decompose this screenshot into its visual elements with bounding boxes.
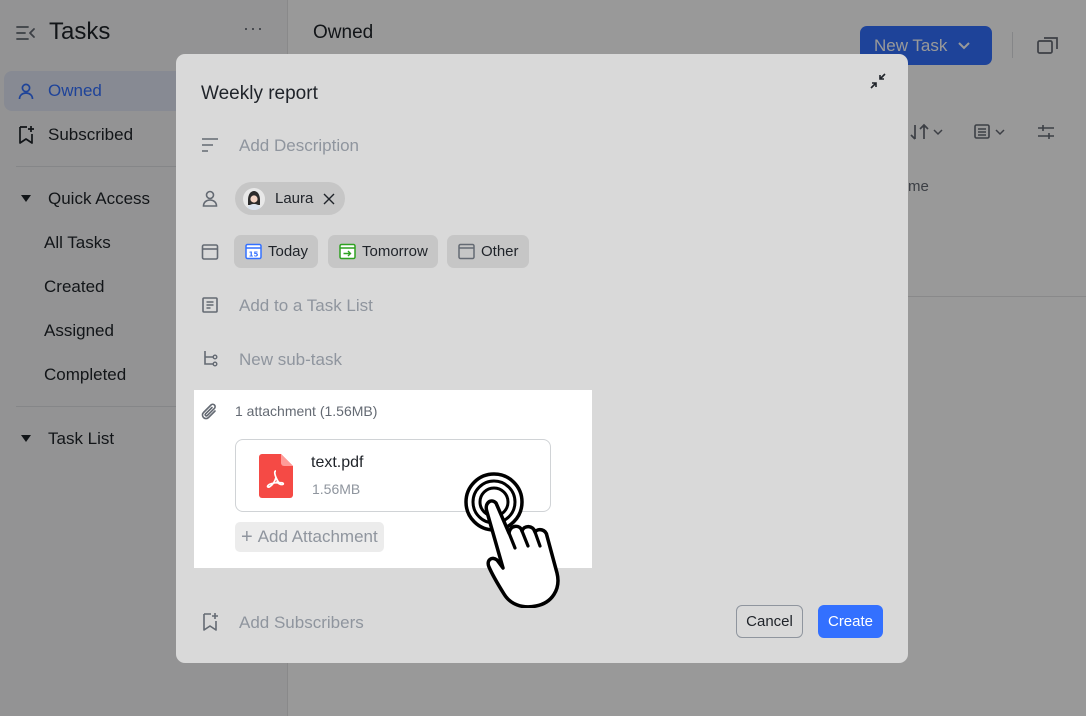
calendar-icon bbox=[457, 243, 475, 261]
avatar bbox=[243, 187, 265, 210]
chip-label: Tomorrow bbox=[362, 243, 428, 260]
description-input[interactable]: Add Description bbox=[239, 136, 359, 156]
calendar-15-icon: 15 bbox=[244, 243, 262, 261]
task-list-icon bbox=[200, 295, 220, 315]
file-name: text.pdf bbox=[311, 454, 364, 471]
chip-label: Other bbox=[481, 243, 519, 260]
task-title[interactable]: Weekly report bbox=[201, 83, 318, 105]
remove-assignee-icon[interactable] bbox=[323, 193, 335, 205]
assignee-chip[interactable]: Laura bbox=[235, 182, 346, 215]
attachment-count: 1 attachment (1.56MB) bbox=[235, 403, 378, 419]
assignee-icon bbox=[200, 188, 220, 208]
pdf-icon bbox=[259, 454, 293, 498]
subtask-icon bbox=[200, 349, 220, 369]
subscribers-icon bbox=[200, 612, 220, 632]
file-size: 1.56MB bbox=[312, 481, 361, 497]
due-other-chip[interactable]: Other bbox=[447, 235, 529, 268]
assignee-name: Laura bbox=[275, 190, 314, 207]
description-icon bbox=[200, 135, 220, 155]
minimize-icon[interactable] bbox=[869, 72, 887, 90]
subtask-input[interactable]: New sub-task bbox=[239, 350, 342, 370]
subscribers-input[interactable]: Add Subscribers bbox=[239, 613, 364, 633]
cancel-button[interactable]: Cancel bbox=[736, 605, 803, 638]
paperclip-icon bbox=[200, 402, 220, 422]
add-attachment-button[interactable]: + Add Attachment bbox=[235, 522, 384, 552]
due-tomorrow-chip[interactable]: Tomorrow bbox=[328, 235, 438, 268]
create-button[interactable]: Create bbox=[818, 605, 883, 638]
chip-label: Today bbox=[268, 243, 309, 260]
plus-icon: + bbox=[241, 525, 253, 548]
svg-text:15: 15 bbox=[248, 251, 258, 259]
arrow-right-box-icon bbox=[338, 243, 356, 261]
tap-hand-icon bbox=[464, 472, 560, 608]
add-attachment-label: Add Attachment bbox=[257, 527, 378, 546]
due-today-chip[interactable]: 15 Today bbox=[234, 235, 319, 268]
due-date-icon bbox=[200, 242, 220, 262]
task-list-input[interactable]: Add to a Task List bbox=[239, 296, 373, 316]
